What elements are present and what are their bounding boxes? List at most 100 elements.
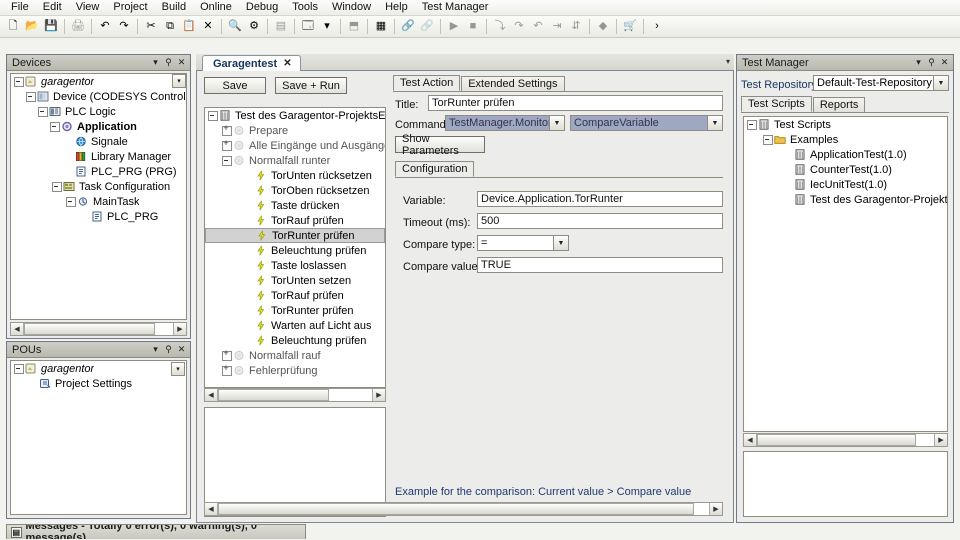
tree-item[interactable]: Warten auf Licht aus	[205, 318, 385, 333]
collapse-toggle-icon[interactable]	[65, 196, 76, 207]
step-out-icon[interactable]: ↶	[529, 18, 547, 36]
collapse-toggle-icon[interactable]	[51, 181, 62, 192]
test-script-info-box[interactable]	[743, 451, 948, 517]
online-config-icon[interactable]: ▦	[372, 18, 390, 36]
tree-item[interactable]: TorUnten setzen	[205, 273, 385, 288]
tree-item[interactable]: Fehlerprüfung	[205, 363, 385, 378]
tab-test-scripts[interactable]: Test Scripts	[741, 96, 812, 112]
tree-item[interactable]: TorRunter prüfen	[205, 228, 385, 243]
build-icon[interactable]: 🗔	[299, 18, 317, 36]
print-icon[interactable]: 🖨	[69, 18, 87, 36]
tree-item[interactable]: MainTask	[11, 194, 186, 209]
chevron-down-icon[interactable]: ▼	[933, 76, 948, 90]
scroll-left-icon[interactable]: ◀	[11, 323, 24, 335]
menu-item-view[interactable]: View	[69, 0, 107, 15]
tree-item[interactable]: Application	[11, 119, 186, 134]
tab-overflow-icon[interactable]: ▾	[726, 57, 730, 66]
chevron-down-icon[interactable]: ▼	[707, 116, 722, 130]
expand-toggle-icon[interactable]	[221, 123, 232, 136]
command-namespace-combo[interactable]: TestManager.Monitoring ▼	[445, 115, 565, 131]
hscroll-thumb[interactable]	[218, 389, 329, 401]
tab-test-action[interactable]: Test Action	[393, 75, 461, 91]
chevron-down-icon[interactable]: ▼	[549, 116, 564, 130]
run-to-cursor-icon[interactable]: ⇥	[548, 18, 566, 36]
collapse-toggle-icon[interactable]	[49, 121, 60, 132]
scroll-right-icon[interactable]: ▶	[173, 323, 186, 335]
panel-pin-icon[interactable]: ⚲	[162, 343, 175, 356]
tab-reports[interactable]: Reports	[812, 97, 866, 112]
panel-pin-icon[interactable]: ⚲	[925, 56, 938, 69]
test-repository-combo[interactable]: Default-Test-Repository [C:\Prog ▼	[813, 75, 949, 91]
tree-item[interactable]: Device (CODESYS Control Win V3)	[11, 89, 186, 104]
tree-item[interactable]: Test des Garagentor-Projekts(0.0)	[744, 192, 947, 207]
set-next-statement-icon[interactable]: ⇵	[567, 18, 585, 36]
tree-item[interactable]: Signale	[11, 134, 186, 149]
pous-tree-dropdown-icon[interactable]: ▾	[171, 362, 185, 376]
pous-tree[interactable]: garagentor Project Settings	[10, 360, 187, 515]
tree-item[interactable]: Test des Garagentor-ProjektsExample	[205, 108, 385, 123]
save-icon[interactable]: 💾	[42, 18, 60, 36]
tree-item[interactable]: CounterTest(1.0)	[744, 162, 947, 177]
tab-close-icon[interactable]: ✕	[283, 58, 291, 69]
collapse-toggle-icon[interactable]	[25, 91, 36, 102]
logoff-icon[interactable]: 🔗	[418, 18, 436, 36]
new-file-icon[interactable]: 🗋	[4, 18, 22, 36]
config-field-input-0[interactable]: Device.Application.TorRunter	[477, 191, 723, 207]
logon-icon[interactable]: 🔗	[399, 18, 417, 36]
save-and-run-button[interactable]: Save + Run	[275, 77, 347, 94]
hscroll-thumb[interactable]	[757, 434, 917, 446]
copy-icon[interactable]: ⧉	[161, 18, 179, 36]
title-input[interactable]: TorRunter prüfen	[428, 95, 723, 111]
collapse-toggle-icon[interactable]	[13, 363, 24, 374]
compile-icon[interactable]: ▤	[272, 18, 290, 36]
tree-item[interactable]: garagentor	[11, 74, 186, 89]
menu-item-debug[interactable]: Debug	[239, 0, 285, 15]
redo-icon[interactable]: ↷	[115, 18, 133, 36]
collapse-toggle-icon[interactable]	[13, 76, 24, 87]
hscroll-track[interactable]	[24, 323, 173, 335]
overflow-icon[interactable]: ›	[648, 18, 666, 36]
refactor-icon[interactable]: ⚙	[245, 18, 263, 36]
paste-icon[interactable]: 📋	[180, 18, 198, 36]
collapse-toggle-icon[interactable]	[746, 119, 757, 130]
tree-item[interactable]: Library Manager	[11, 149, 186, 164]
hscroll-thumb[interactable]	[218, 503, 695, 515]
config-field-input-1[interactable]: 500	[477, 213, 723, 229]
tree-item[interactable]: PLC_PRG	[11, 209, 186, 224]
panel-dropdown-icon[interactable]: ▾	[912, 56, 925, 69]
tree-item[interactable]: TorRauf prüfen	[205, 213, 385, 228]
tree-item[interactable]: Normalfall runter	[205, 153, 385, 168]
tree-item[interactable]: Alle Eingänge und Ausgänge auf	[205, 138, 385, 153]
scroll-right-icon[interactable]: ▶	[709, 503, 722, 515]
expand-toggle-icon[interactable]	[221, 348, 232, 361]
devices-tree[interactable]: garagentor Device (CODESYS Control Win V3…	[10, 73, 187, 320]
tree-item[interactable]: Normalfall rauf	[205, 348, 385, 363]
scroll-right-icon[interactable]: ▶	[934, 434, 947, 446]
hscroll-track[interactable]	[218, 503, 709, 515]
tree-item[interactable]: garagentor	[11, 361, 186, 376]
tab-extended-settings[interactable]: Extended Settings	[461, 76, 565, 91]
tab-garagentest[interactable]: Garagentest ✕	[202, 55, 301, 71]
collapse-toggle-icon[interactable]	[37, 106, 48, 117]
tree-item[interactable]: Taste loslassen	[205, 258, 385, 273]
panel-dropdown-icon[interactable]: ▾	[149, 56, 162, 69]
hscroll-thumb[interactable]	[24, 323, 156, 335]
tree-item[interactable]: Examples	[744, 132, 947, 147]
collapse-toggle-icon[interactable]	[221, 155, 232, 166]
menu-item-file[interactable]: File	[4, 0, 36, 15]
menu-item-window[interactable]: Window	[325, 0, 378, 15]
tree-item[interactable]: Test Scripts	[744, 117, 947, 132]
open-file-icon[interactable]: 📂	[23, 18, 41, 36]
tree-item[interactable]: TorOben rücksetzen	[205, 183, 385, 198]
test-tree-detail-box[interactable]	[204, 407, 386, 517]
chevron-down-icon[interactable]: ▼	[553, 236, 568, 250]
tab-configuration[interactable]: Configuration	[395, 161, 475, 177]
panel-close-icon[interactable]: ✕	[938, 56, 951, 69]
menu-item-tools[interactable]: Tools	[285, 0, 325, 15]
tree-item[interactable]: Taste drücken	[205, 198, 385, 213]
editor-hscrollbar[interactable]: ◀ ▶	[204, 502, 723, 516]
scroll-right-icon[interactable]: ▶	[372, 389, 385, 401]
tree-item[interactable]: Beleuchtung prüfen	[205, 333, 385, 348]
menu-item-project[interactable]: Project	[106, 0, 154, 15]
tree-item[interactable]: PLC Logic	[11, 104, 186, 119]
